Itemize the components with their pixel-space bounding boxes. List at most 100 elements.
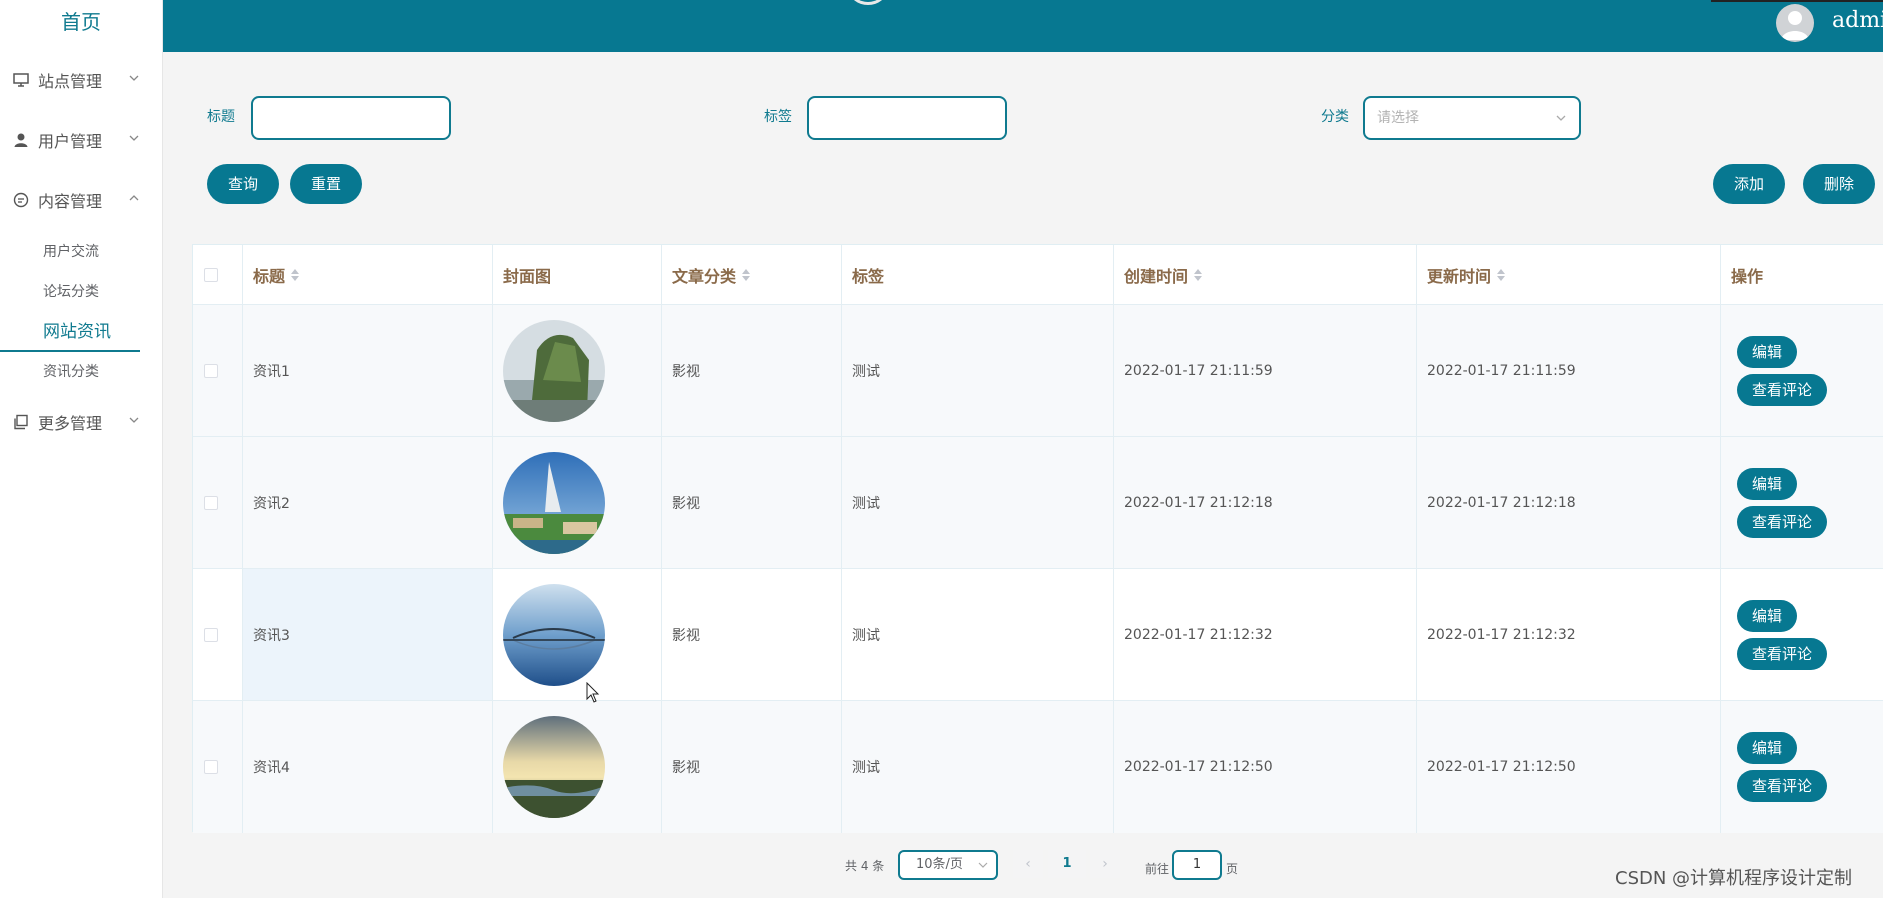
sidebar-subitem-site-news[interactable]: 网站资讯 [0,312,162,352]
row-created: 2022-01-17 21:12:18 [1114,437,1417,568]
goto-prefix: 前往 [1145,862,1170,876]
chevron-down-icon [978,862,988,868]
row-created: 2022-01-17 21:12:50 [1114,701,1417,833]
watermark: CSDN @计算机程序设计定制 [1615,868,1853,889]
row-updated: 2022-01-17 21:12:18 [1417,437,1721,568]
content-submenu: 用户交流 论坛分类 网站资讯 资讯分类 [0,230,162,392]
title-input[interactable] [251,96,451,140]
row-title: 资讯3 [243,569,493,700]
sidebar-item-site-management[interactable]: 站点管理 [0,50,162,110]
row-tag: 测试 [842,569,1114,700]
sidebar-item-more-management[interactable]: 更多管理 [0,392,162,452]
column-header-cover: 封面图 [493,245,662,304]
table-row: 资讯4 影视 测试 2022-01-17 21:12:50 2022-01-17… [193,701,1883,833]
row-checkbox[interactable] [204,495,218,510]
row-updated: 2022-01-17 21:11:59 [1417,305,1721,436]
chevron-down-icon [129,417,139,423]
column-header-actions: 操作 [1731,266,1764,286]
edit-button[interactable]: 编辑 [1737,732,1798,764]
row-checkbox[interactable] [204,627,218,642]
edit-button[interactable]: 编辑 [1737,467,1798,500]
row-updated: 2022-01-17 21:12:50 [1417,701,1721,833]
row-tag: 测试 [842,437,1114,568]
row-title: 资讯1 [243,305,493,436]
sidebar-item-label: 更多管理 [38,414,103,433]
row-tag: 测试 [842,305,1114,436]
copy-icon [12,413,30,431]
category-select[interactable]: 请选择 [1363,96,1581,140]
column-header-title[interactable]: 标题 [243,245,493,304]
add-button[interactable]: 添加 [1713,164,1785,204]
prev-page-button[interactable]: ‹ [1013,850,1043,878]
next-page-button[interactable]: › [1090,850,1120,878]
chat-icon [12,191,30,209]
mouse-cursor-icon [586,682,600,703]
row-checkbox[interactable] [204,363,218,378]
sidebar-item-content-management[interactable]: 内容管理 [0,170,162,230]
cover-image [503,319,605,422]
sort-icon[interactable] [742,268,751,281]
title-label: 标题 [207,109,235,125]
row-category: 影视 [662,701,842,833]
row-category: 影视 [662,569,842,700]
username[interactable]: admin [1832,8,1883,33]
page-number-1[interactable]: 1 [1048,850,1086,878]
edit-button[interactable]: 编辑 [1737,599,1798,632]
row-updated: 2022-01-17 21:12:32 [1417,569,1721,700]
sidebar-item-label: 站点管理 [38,72,103,91]
category-placeholder: 请选择 [1377,110,1419,126]
view-comments-button[interactable]: 查看评论 [1737,505,1828,538]
chevron-down-icon [1556,115,1566,121]
avatar[interactable] [1776,4,1814,42]
logo-circle-icon [849,0,887,5]
sort-icon[interactable] [1194,268,1203,281]
top-header: admin [163,0,1883,52]
chevron-down-icon [129,135,139,141]
table-row: 资讯2 影视 测试 2022-01-17 21:12:18 2022-01-17… [193,437,1883,569]
tag-label: 标签 [764,109,792,125]
news-table: 标题 封面图 文章分类 标签 创建时间 更新时间 操作 资讯1 影视 测试 20… [192,244,1883,833]
edit-button[interactable]: 编辑 [1737,335,1798,368]
column-header-tag: 标签 [842,245,1114,304]
row-created: 2022-01-17 21:12:32 [1114,569,1417,700]
row-category: 影视 [662,437,842,568]
cover-image [503,583,605,686]
sidebar-subitem-news-category[interactable]: 资讯分类 [0,352,162,392]
header-divider [1711,0,1883,2]
query-button[interactable]: 查询 [207,164,279,204]
select-all-checkbox[interactable] [204,267,218,282]
sidebar: 首页 站点管理 用户管理 内容管理 用户交流 论坛分类 网站资讯 资讯分类 更多… [0,0,163,898]
table-row: 资讯1 影视 测试 2022-01-17 21:11:59 2022-01-17… [193,305,1883,437]
sidebar-subitem-user-exchange[interactable]: 用户交流 [0,232,162,272]
row-tag: 测试 [842,701,1114,833]
row-title: 资讯2 [243,437,493,568]
row-created: 2022-01-17 21:11:59 [1114,305,1417,436]
monitor-icon [12,71,30,89]
sidebar-home-link[interactable]: 首页 [0,0,162,46]
table-header-row: 标题 封面图 文章分类 标签 创建时间 更新时间 操作 [193,245,1883,305]
column-header-updated[interactable]: 更新时间 [1417,245,1721,304]
column-header-category[interactable]: 文章分类 [662,245,842,304]
chevron-down-icon [129,75,139,81]
sort-icon[interactable] [291,268,300,281]
sidebar-subitem-forum-category[interactable]: 论坛分类 [0,272,162,312]
user-icon [12,131,30,149]
sidebar-item-user-management[interactable]: 用户管理 [0,110,162,170]
cover-image [503,451,605,554]
pagination-total: 共 4 条 [845,859,885,873]
reset-button[interactable]: 重置 [290,164,362,204]
row-category: 影视 [662,305,842,436]
sort-icon[interactable] [1497,268,1506,281]
view-comments-button[interactable]: 查看评论 [1737,770,1828,802]
page-size-select[interactable]: 10条/页 [898,850,998,880]
sidebar-item-label: 用户管理 [38,132,103,151]
delete-button[interactable]: 删除 [1803,164,1875,204]
goto-page-input[interactable]: 1 [1172,850,1222,880]
column-header-created[interactable]: 创建时间 [1114,245,1417,304]
row-checkbox[interactable] [204,760,218,774]
row-title: 资讯4 [243,701,493,833]
view-comments-button[interactable]: 查看评论 [1737,637,1828,670]
view-comments-button[interactable]: 查看评论 [1737,373,1828,406]
sidebar-item-label: 内容管理 [38,192,103,211]
tag-input[interactable] [807,96,1007,140]
